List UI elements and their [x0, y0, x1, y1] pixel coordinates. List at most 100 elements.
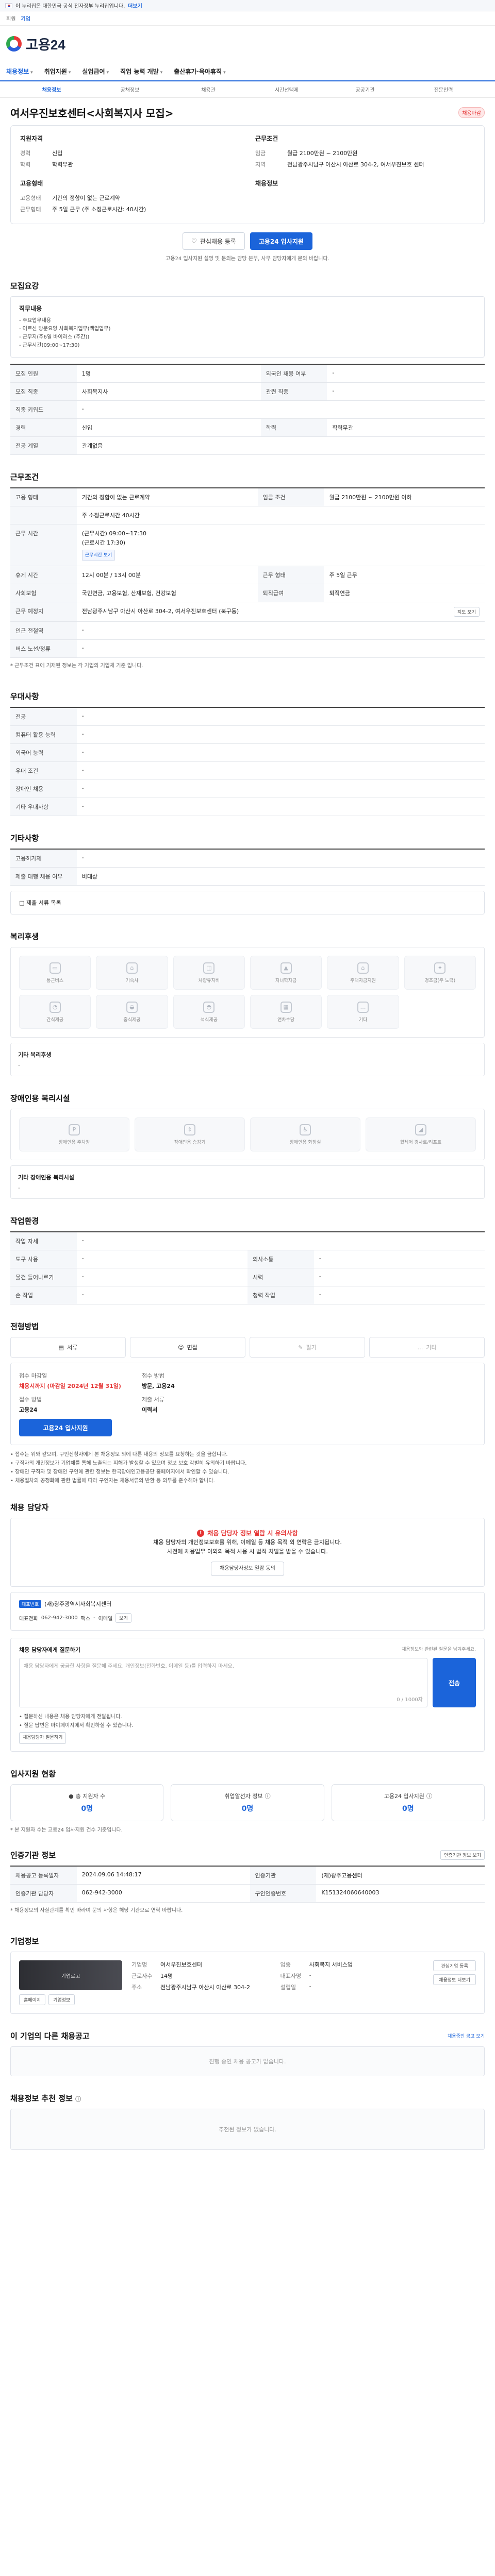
chevron-down-icon: ▾ [223, 70, 226, 75]
row-key: 손 작업 [10, 1286, 77, 1304]
row-value: 1명 [76, 364, 261, 383]
welfare-label: 연차수당 [277, 1017, 295, 1023]
subnav-item[interactable]: 전문인력 [404, 86, 483, 93]
email-view-button[interactable]: 보기 [116, 1613, 131, 1623]
facility-label: 장애인용 주차장 [58, 1140, 90, 1145]
section-title: 우대사항 [10, 692, 39, 701]
inquiry-send-button[interactable]: 전송 [433, 1658, 476, 1707]
apply-note: 고용24 입사지원 설명 및 문의는 담당 본부, 사무 담당자에게 문의 바랍… [166, 256, 329, 262]
section-title: 장애인용 복리시설 [10, 1094, 70, 1103]
section-title: 채용정보 추천 정보 ⓘ [10, 2093, 485, 2104]
welfare-grid: ▭ 통근버스 ⌂ 기숙사 ◫ 차량유지비 ▲ 자녀학자금 ⌂ 주택자금지원 ✦ 경조금(주 … [10, 947, 485, 1038]
warning-title: 채용 담당자 정보 열람 시 유의사항 [207, 1530, 298, 1537]
gov-more-link[interactable]: 더보기 [128, 2, 142, 9]
main-nav: 채용정보 ▾ 취업지원 ▾ 실업급여 ▾ 직업 능력 개발 ▾ 출산휴가·육아휴직 ▾ [0, 62, 495, 81]
documents-title: □ 제출 서류 목록 [19, 900, 61, 906]
note-line: • 질문 답변은 마이페이지에서 확인하실 수 있습니다. [19, 1723, 134, 1728]
nav-item-jobs[interactable]: 채용정보 ▾ [6, 67, 33, 76]
apply-deadline: 채용시까지 (마감일 2024년 12월 31일) [19, 1383, 121, 1389]
row-key: 직종 키워드 [10, 400, 77, 419]
apply-value: 고용24 [19, 1406, 38, 1413]
row-key: 외국어 능력 [10, 743, 77, 762]
row-value: 2024.09.06 14:48:17 [76, 1866, 250, 1885]
stat-value: 0명 [402, 1805, 414, 1813]
nav-item-leave[interactable]: 출산휴가·육아휴직 ▾ [174, 67, 225, 76]
row-key: 버스 노선/정류 [10, 639, 77, 658]
welfare-label: 기숙사 [125, 978, 139, 984]
other-jobs-link[interactable]: 채용중인 공고 보기 [448, 2032, 485, 2039]
logo-icon[interactable] [6, 36, 22, 52]
recommend-title: 채용정보 추천 정보 [10, 2094, 73, 2103]
apply-key: 접수 방법 [19, 1396, 42, 1403]
car-icon: ◫ [203, 962, 215, 974]
stat-card: 고용24 입사지원 ⓘ 0명 [331, 1784, 485, 1821]
inquiry-box: 채용 담당자에게 질문하기 채용정보와 관련된 질문을 남겨주세요. 채용 담당… [10, 1638, 485, 1752]
inquiry-title: 채용 담당자에게 질문하기 [19, 1647, 80, 1653]
nav-item-training[interactable]: 직업 능력 개발 ▾ [120, 67, 162, 76]
company-info-button[interactable]: 기업정보 [48, 1994, 75, 2005]
subnav-item[interactable]: 공공기관 [326, 86, 404, 93]
summary-value: 전남광주시남구 아산시 아산로 304-2, 여서우진보호 센터 [287, 161, 424, 168]
info-icon[interactable]: ⓘ [265, 1792, 271, 1800]
more-jobs-button[interactable]: 채용정보 더보기 [433, 1974, 476, 1985]
admin-section: 인증기관 정보 인증기관 정보 보기 채용공고 등록일자 2024.09.06 1… [10, 1838, 485, 1924]
subnav-item[interactable]: 채용정보 [12, 86, 91, 93]
facility-item: ⇕ 장애인용 승강기 [135, 1117, 245, 1151]
subnav-item[interactable]: 공채정보 [91, 86, 169, 93]
welfare-label: 기타 [358, 1017, 368, 1023]
section-title: 채용 담당자 [10, 1503, 49, 1512]
inquiry-more-button[interactable]: 채용담당자 질문하기 [19, 1732, 67, 1744]
duty-line: - 어르신 방문요양 사회복지업무(백업업무) [19, 326, 111, 332]
welfare-section: 복리후생 ▭ 통근버스 ⌂ 기숙사 ◫ 차량유지비 ▲ 자녀학자금 ⌂ 주택자금지원 ✦ 경… [10, 920, 485, 1081]
duty-title: 직무내용 [19, 305, 42, 312]
admin-table: 채용공고 등록일자 2024.09.06 14:48:17 인증기관 (재)광주고용센… [10, 1866, 485, 1903]
info-icon[interactable]: ⓘ [75, 2096, 81, 2103]
row-value: 기간의 정함이 없는 근로계약 [76, 488, 258, 506]
favorite-company-button[interactable]: 관심기업 등록 [433, 1960, 476, 1971]
action-buttons: ♡ 관심채용 등록 고용24 입사지원 [10, 224, 485, 254]
scrap-button[interactable]: ♡ 관심채용 등록 [183, 232, 245, 250]
welfare-item: ⌂ 주택자금지원 [327, 956, 399, 990]
phone-label: 대표전화 [19, 1616, 38, 1622]
status-cards: ● 총 지원자 수 0명 취업알선자 정보 ⓘ 0명 고용24 입사지원 ⓘ 0명 [10, 1784, 485, 1821]
company-value: - [309, 1972, 311, 1978]
toolbar-company[interactable]: 기업 [21, 14, 30, 22]
inquiry-counter: 0 / 1000자 [397, 1697, 423, 1703]
map-button[interactable]: 지도 보기 [454, 607, 480, 617]
inquiry-textarea[interactable]: 채용 담당자에게 궁금한 사항을 질문해 주세요. 개인정보(전화번호, 이메일… [19, 1658, 427, 1707]
work-time-tag[interactable]: 근무시간 보기 [81, 550, 116, 561]
facility-grid: P 장애인용 주차장 ⇕ 장애인용 승강기 ♿ 장애인용 화장실 ◢ 휠체어 경사로/리… [10, 1109, 485, 1160]
section-title: 모집요강 [10, 281, 39, 291]
summary-value: 주 5일 근무 (주 소정근로시간: 40시간) [52, 206, 146, 213]
facility-section: 장애인용 복리시설 P 장애인용 주차장 ⇕ 장애인용 승강기 ♿ 장애인용 화장실 … [10, 1081, 485, 1204]
company-key: 설립일 [280, 1984, 296, 1991]
header: 고용24 [0, 26, 495, 62]
stat-card: 취업알선자 정보 ⓘ 0명 [171, 1784, 324, 1821]
toolbar-member[interactable]: 회원 [6, 14, 15, 22]
stat-card: ● 총 지원자 수 0명 [10, 1784, 164, 1821]
consent-button[interactable]: 채용담당자정보 열람 동의 [211, 1562, 284, 1576]
row-key: 기타 우대사항 [10, 798, 77, 816]
nav-item-support[interactable]: 취업지원 ▾ [44, 67, 71, 76]
apply-button[interactable]: 고용24 입사지원 [250, 232, 312, 250]
status-note: * 본 지원자 수는 고용24 입사지원 건수 기준입니다. [10, 1827, 123, 1833]
subnav-item[interactable]: 시간선택제 [248, 86, 326, 93]
section-title: 작업환경 [10, 1216, 39, 1226]
info-icon[interactable]: ⓘ [426, 1792, 432, 1800]
row-value: - [76, 639, 485, 658]
company-key: 기업명 [131, 1961, 147, 1968]
company-value: 여서우진보호센터 [160, 1961, 202, 1968]
summary-key: 지역 [255, 161, 266, 168]
homepage-button[interactable]: 홈페이지 [19, 1994, 46, 2005]
row-value: - [76, 1286, 248, 1304]
admin-info-button[interactable]: 인증기관 정보 보기 [440, 1850, 485, 1860]
nav-item-unemployment[interactable]: 실업급여 ▾ [82, 67, 109, 76]
subnav-item[interactable]: 채용관 [169, 86, 248, 93]
row-key: 컴퓨터 활용 능력 [10, 725, 77, 744]
logo-text[interactable]: 고용24 [26, 35, 65, 54]
welfare-item: ◔ 간식제공 [19, 995, 91, 1029]
warning-icon: ! [197, 1530, 205, 1537]
apply-button-2[interactable]: 고용24 입사지원 [19, 1419, 112, 1436]
gov-banner: 이 누리집은 대한민국 공식 전자정부 누리집입니다. 더보기 [0, 0, 495, 11]
row-value: (재)광주고용센터 [316, 1866, 485, 1885]
